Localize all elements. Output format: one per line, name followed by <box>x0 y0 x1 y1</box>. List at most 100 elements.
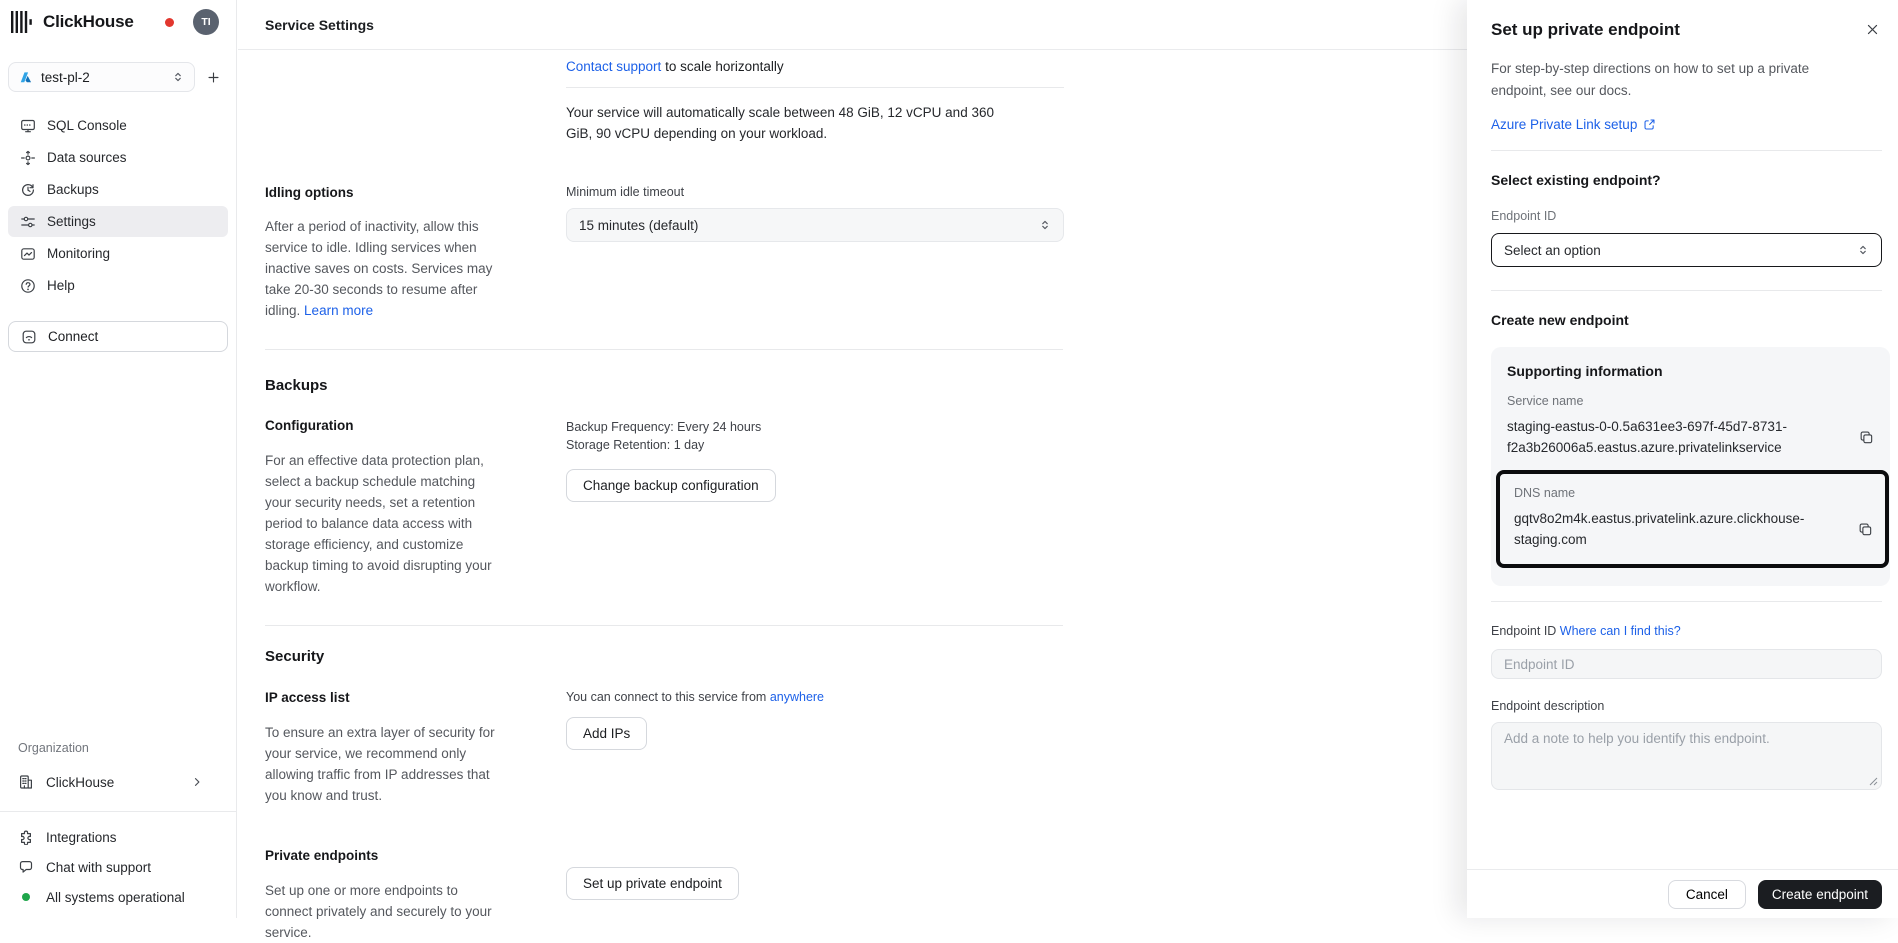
sidebar-divider <box>0 811 236 812</box>
status-green-dot <box>22 893 30 901</box>
cancel-button[interactable]: Cancel <box>1668 880 1746 909</box>
main-area: Service Settings Contact support to scal… <box>238 0 1469 918</box>
sidebar-item-backups[interactable]: Backups <box>8 174 228 205</box>
sidebar-item-label: Backups <box>47 182 99 197</box>
add-service-button[interactable] <box>200 64 226 90</box>
main-header: Service Settings <box>238 0 1469 50</box>
service-name-label: Service name <box>1507 394 1874 408</box>
backups-section-title: Backups <box>265 377 1469 394</box>
brand-name[interactable]: ClickHouse <box>43 12 134 32</box>
copy-icon[interactable] <box>1858 522 1873 537</box>
close-icon[interactable] <box>1863 20 1882 39</box>
dns-name-label: DNS name <box>1514 486 1873 500</box>
status-label: All systems operational <box>46 890 185 905</box>
endpoint-id-select-label: Endpoint ID <box>1491 209 1882 223</box>
setup-private-endpoint-button[interactable]: Set up private endpoint <box>566 867 739 900</box>
create-endpoint-button[interactable]: Create endpoint <box>1758 880 1882 909</box>
endpoint-id-field-label-row: Endpoint ID Where can I find this? <box>1491 624 1882 638</box>
add-ips-button[interactable]: Add IPs <box>566 717 647 750</box>
sidebar-item-label: SQL Console <box>47 118 127 133</box>
organization-item[interactable]: ClickHouse <box>0 767 236 797</box>
divider <box>265 625 1063 626</box>
system-status-item[interactable]: All systems operational <box>0 882 236 912</box>
contact-support-link[interactable]: Contact support <box>566 59 661 74</box>
sidebar-item-label: Data sources <box>47 150 127 165</box>
connect-button[interactable]: Connect <box>8 321 228 352</box>
user-avatar[interactable]: TI <box>193 9 219 35</box>
autoscale-text: Your service will automatically scale be… <box>566 102 1016 144</box>
chevron-updown-icon <box>172 71 184 83</box>
endpoint-id-select[interactable]: Select an option <box>1491 233 1882 267</box>
panel-footer: Cancel Create endpoint <box>1467 869 1898 918</box>
dns-name-value: gqtv8o2m4k.eastus.privatelink.azure.clic… <box>1514 508 1836 550</box>
sidebar-item-data-sources[interactable]: Data sources <box>8 142 228 173</box>
divider <box>1491 290 1882 291</box>
where-can-i-find-this-link[interactable]: Where can I find this? <box>1560 624 1681 638</box>
divider <box>1491 601 1882 602</box>
connect-label: Connect <box>48 329 98 344</box>
external-link-icon <box>1643 118 1656 131</box>
supporting-information-title: Supporting information <box>1507 363 1874 379</box>
azure-private-link-setup-link[interactable]: Azure Private Link setup <box>1491 117 1637 132</box>
sidebar-nav: SQL Console Data sources Backups Setting… <box>0 110 236 301</box>
setup-private-endpoint-panel: Set up private endpoint For step-by-step… <box>1467 0 1898 918</box>
private-endpoints-title: Private endpoints <box>265 848 503 863</box>
idle-timeout-label: Minimum idle timeout <box>566 185 1064 199</box>
service-selector[interactable]: test-pl-2 <box>8 62 195 92</box>
organization-label: Organization <box>0 741 236 755</box>
panel-title: Set up private endpoint <box>1491 20 1680 40</box>
monitoring-icon <box>20 246 36 262</box>
sidebar-item-chat-support[interactable]: Chat with support <box>0 852 236 882</box>
endpoint-id-input[interactable] <box>1504 657 1869 672</box>
idling-description: After a period of inactivity, allow this… <box>265 219 492 318</box>
backups-icon <box>20 182 36 198</box>
ip-connect-text: You can connect to this service from <box>566 690 770 704</box>
clickhouse-logo-icon[interactable] <box>10 11 36 33</box>
supporting-information-card: Supporting information Service name stag… <box>1491 347 1890 586</box>
integrations-icon <box>18 829 34 845</box>
panel-intro-text: For step-by-step directions on how to se… <box>1491 58 1821 102</box>
sidebar-item-help[interactable]: Help <box>8 270 228 301</box>
connect-icon <box>21 329 37 345</box>
sidebar-item-label: Monitoring <box>47 246 110 261</box>
backup-description: For an effective data protection plan, s… <box>265 450 503 597</box>
endpoint-id-select-value: Select an option <box>1504 243 1601 258</box>
chat-support-label: Chat with support <box>46 860 151 875</box>
sidebar: ClickHouse TI test-pl-2 SQL Console <box>0 0 237 918</box>
anywhere-link[interactable]: anywhere <box>770 690 824 704</box>
ip-connect-line: You can connect to this service from any… <box>566 690 1064 704</box>
endpoint-description-label: Endpoint description <box>1491 699 1882 713</box>
divider <box>566 87 1064 88</box>
chevron-updown-icon <box>1857 244 1869 256</box>
sidebar-item-integrations[interactable]: Integrations <box>0 822 236 852</box>
select-existing-title: Select existing endpoint? <box>1491 172 1882 188</box>
create-new-endpoint-title: Create new endpoint <box>1491 312 1882 328</box>
service-name-value: staging-eastus-0-0.5a631ee3-697f-45d7-87… <box>1507 416 1829 458</box>
backup-configuration-title: Configuration <box>265 418 503 433</box>
notification-dot <box>165 18 174 27</box>
building-icon <box>18 774 34 790</box>
sidebar-item-settings[interactable]: Settings <box>8 206 228 237</box>
organization-name: ClickHouse <box>46 775 114 790</box>
idle-timeout-value: 15 minutes (default) <box>579 218 698 233</box>
contact-rest-text: to scale horizontally <box>661 59 783 74</box>
logo-row: ClickHouse TI <box>0 0 236 44</box>
integrations-label: Integrations <box>46 830 117 845</box>
data-sources-icon <box>20 150 36 166</box>
security-section-title: Security <box>265 648 1469 665</box>
resize-handle-icon[interactable] <box>1869 777 1878 786</box>
copy-icon[interactable] <box>1859 430 1874 445</box>
learn-more-link[interactable]: Learn more <box>304 303 373 318</box>
sidebar-item-monitoring[interactable]: Monitoring <box>8 238 228 269</box>
idle-timeout-select[interactable]: 15 minutes (default) <box>566 208 1064 242</box>
sql-console-icon <box>20 118 36 134</box>
endpoint-description-textarea[interactable] <box>1504 731 1869 781</box>
chevron-right-icon <box>191 776 203 788</box>
sidebar-item-sql-console[interactable]: SQL Console <box>8 110 228 141</box>
chat-bubble-icon <box>18 859 34 875</box>
backup-retention: Storage Retention: 1 day <box>566 436 1064 454</box>
service-name: test-pl-2 <box>41 70 90 85</box>
idling-options-title: Idling options <box>265 185 503 200</box>
change-backup-config-button[interactable]: Change backup configuration <box>566 469 776 502</box>
dns-name-highlight-box: DNS name gqtv8o2m4k.eastus.privatelink.a… <box>1496 470 1889 568</box>
